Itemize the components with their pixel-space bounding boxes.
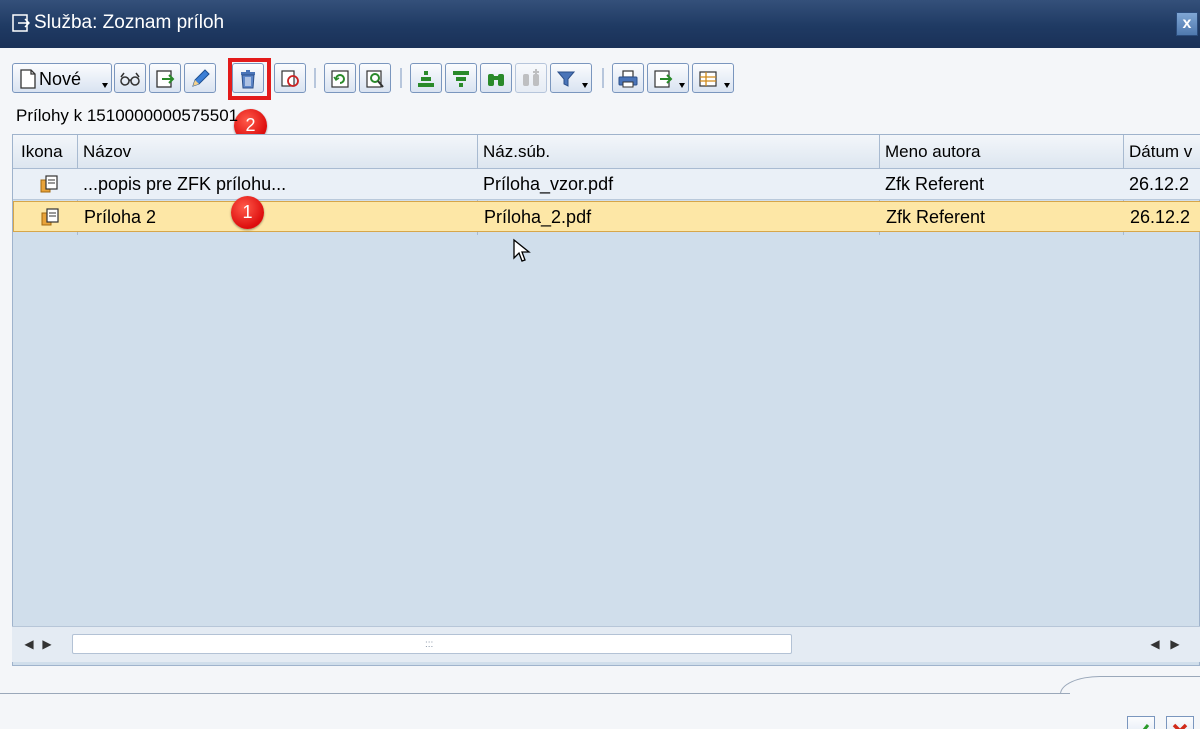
find-button[interactable] <box>359 63 391 93</box>
column-header-file[interactable]: Náz.súb. <box>483 142 550 162</box>
mouse-cursor-icon <box>513 238 531 262</box>
scroll-grip-icon: ::: <box>425 639 434 650</box>
sort-ascending-icon <box>418 71 434 87</box>
sort-ascending-button[interactable] <box>410 63 442 93</box>
find-next-button[interactable] <box>515 63 547 93</box>
step-badge-1: 1 <box>231 196 264 229</box>
column-header-date[interactable]: Dátum v <box>1129 142 1192 162</box>
refresh-button[interactable] <box>324 63 356 93</box>
column-header-icon[interactable]: Ikona <box>21 142 63 162</box>
edit-button[interactable] <box>184 63 216 93</box>
print-icon <box>618 70 638 88</box>
check-button[interactable] <box>274 63 306 93</box>
column-header-author[interactable]: Meno autora <box>885 142 980 162</box>
toolbar-separator <box>314 68 316 88</box>
column-header-name[interactable]: Názov <box>83 142 131 162</box>
dropdown-arrow-icon <box>679 83 685 88</box>
filter-button[interactable] <box>550 63 592 93</box>
checkmark-icon <box>1142 724 1150 729</box>
scroll-left-icon[interactable]: ◀ <box>1148 635 1162 653</box>
import-button[interactable] <box>149 63 181 93</box>
scrollbar-thumb[interactable]: ::: <box>72 634 792 654</box>
pencil-icon <box>192 69 210 87</box>
delete-highlight-frame <box>228 58 271 100</box>
scroll-right-icon[interactable]: ▶ <box>40 635 54 653</box>
sort-descending-icon <box>453 71 469 87</box>
attachments-grid: Ikona Názov Náz.súb. Meno autora Dátum v… <box>12 134 1200 666</box>
row-author: Zfk Referent <box>886 207 986 227</box>
horizontal-scrollbar[interactable]: ◀ ▶ ::: ◀ ▶ <box>12 626 1200 662</box>
cancel-x-icon <box>1172 723 1188 729</box>
attachments-caption: Prílohy k 1510000000575501 <box>16 106 239 125</box>
window-icon <box>12 14 30 32</box>
toolbar: Nové <box>12 62 1200 96</box>
footer-divider <box>0 693 1070 694</box>
row-date: 26.12.2 <box>1129 174 1190 194</box>
toolbar-separator <box>602 68 604 88</box>
cancel-button[interactable] <box>1166 716 1194 729</box>
row-name: ...popis pre ZFK prílohu... <box>83 174 287 194</box>
export-icon <box>654 70 673 88</box>
table-row-selected[interactable]: Príloha 2 Príloha_2.pdf Zfk Referent 26.… <box>13 201 1200 232</box>
attachment-icon <box>40 175 58 193</box>
dropdown-arrow-icon <box>102 83 108 88</box>
row-file: Príloha_2.pdf <box>484 207 592 227</box>
footer-divider-curve <box>1060 676 1200 694</box>
check-document-icon <box>281 70 299 87</box>
scroll-left-icon[interactable]: ◀ <box>22 635 36 653</box>
dropdown-arrow-icon <box>724 83 730 88</box>
layout-grid-icon <box>699 71 717 87</box>
layout-button[interactable] <box>692 63 734 93</box>
search-document-icon <box>366 70 384 88</box>
export-button[interactable] <box>647 63 689 93</box>
new-button-label: Nové <box>39 69 82 89</box>
close-window-button[interactable]: x <box>1176 12 1198 36</box>
print-button[interactable] <box>612 63 644 93</box>
display-button[interactable] <box>114 63 146 93</box>
binoculars-icon <box>488 74 504 86</box>
new-button[interactable]: Nové <box>12 63 112 93</box>
sort-descending-button[interactable] <box>445 63 477 93</box>
glasses-icon <box>120 72 140 86</box>
window-title-bar: Služba: Zoznam príloh x <box>0 0 1200 48</box>
row-name: Príloha 2 <box>84 207 157 227</box>
row-author: Zfk Referent <box>885 174 985 194</box>
filter-icon <box>556 71 576 87</box>
row-date: 26.12.2 <box>1130 207 1191 227</box>
dropdown-arrow-icon <box>582 83 588 88</box>
toolbar-separator <box>400 68 402 88</box>
confirm-button[interactable] <box>1127 716 1155 729</box>
scroll-right-icon[interactable]: ▶ <box>1168 635 1182 653</box>
table-row[interactable]: ...popis pre ZFK prílohu... Príloha_vzor… <box>13 169 1200 200</box>
refresh-icon <box>331 70 349 88</box>
attachment-icon <box>41 208 59 226</box>
row-file: Príloha_vzor.pdf <box>483 174 614 194</box>
window-title: Služba: Zoznam príloh <box>34 12 225 33</box>
find-binoculars-button[interactable] <box>480 63 512 93</box>
new-document-icon <box>20 69 36 89</box>
grid-header: Ikona Názov Náz.súb. Meno autora Dátum v <box>13 135 1200 169</box>
find-next-icon <box>523 69 539 86</box>
import-icon <box>156 70 175 88</box>
